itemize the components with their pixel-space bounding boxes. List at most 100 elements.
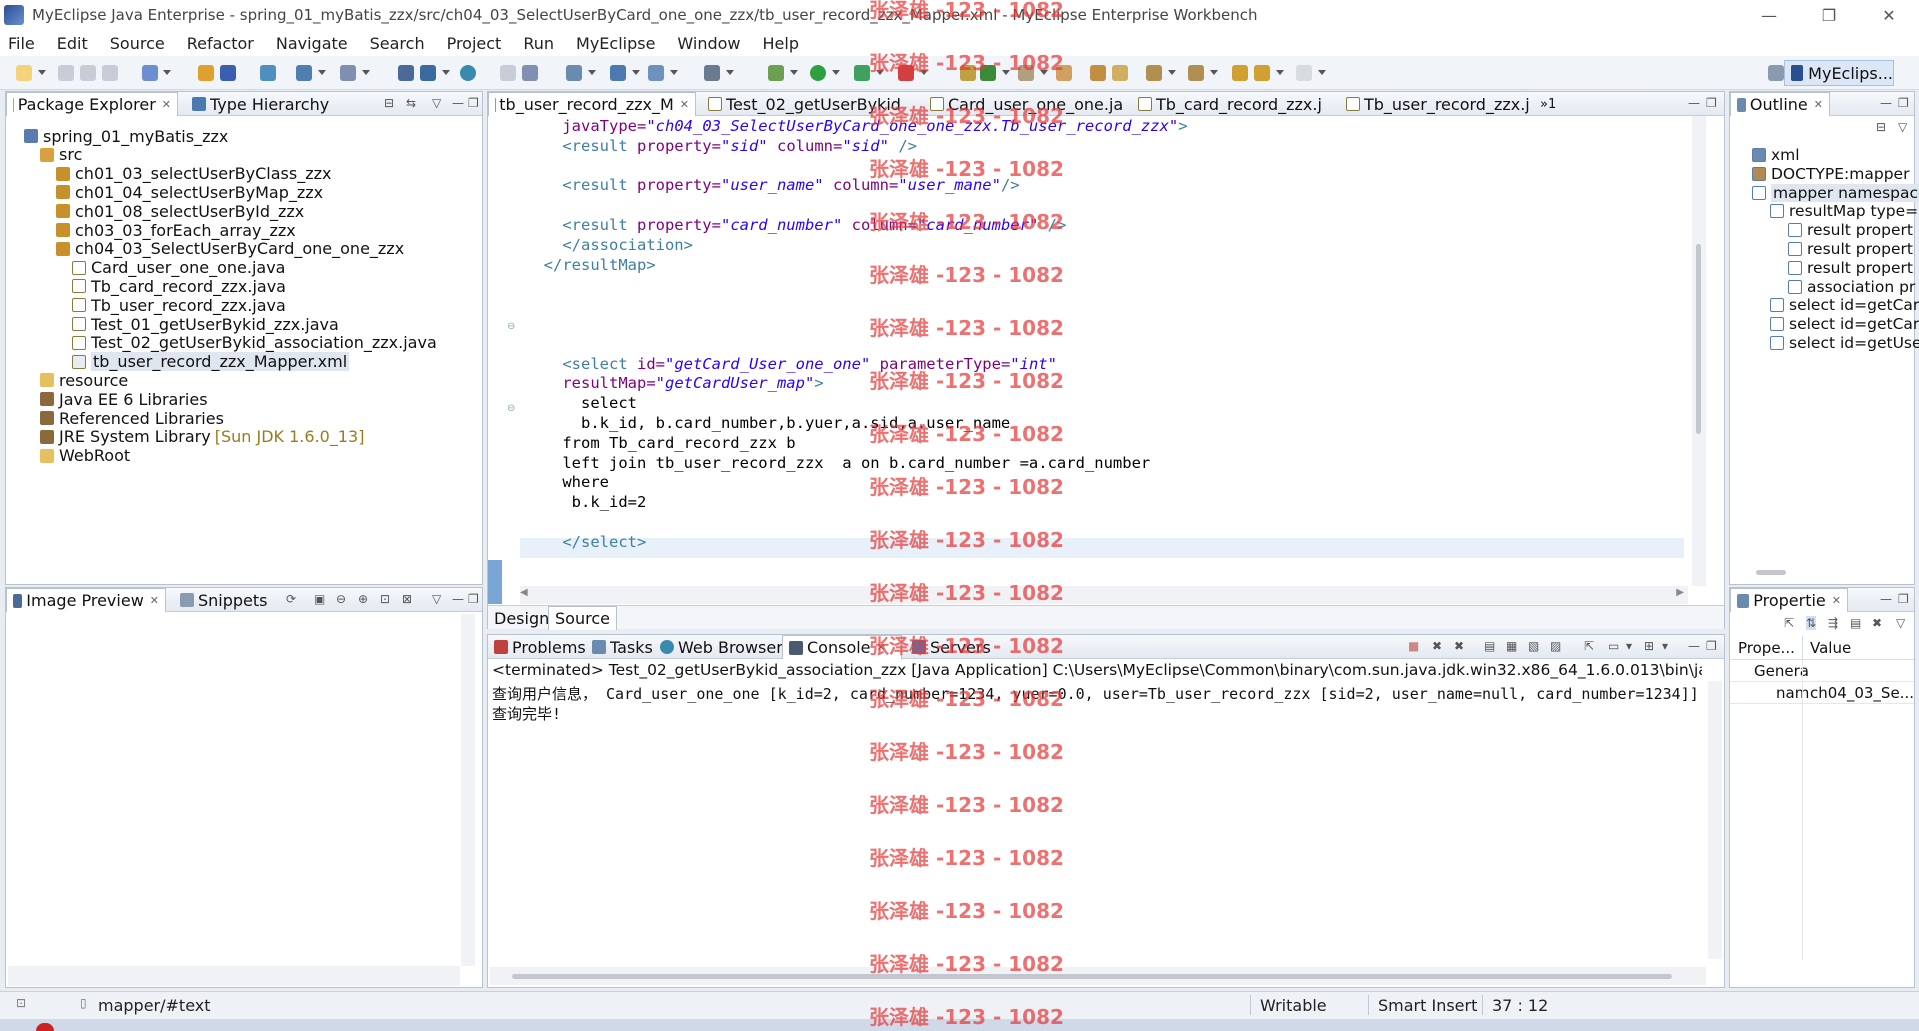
myeclipse-perspective-button[interactable]: MyEclips... xyxy=(1784,60,1894,86)
code-line[interactable]: </select> xyxy=(525,532,646,552)
code-line[interactable]: javaType="ch04_03_SelectUserByCard_one_o… xyxy=(525,116,1187,136)
hibernate-icon[interactable] xyxy=(648,65,664,81)
new-project-icon[interactable] xyxy=(142,65,158,81)
pencil-dropdown-icon[interactable] xyxy=(1040,70,1048,75)
code-line[interactable]: <result property="card_number" column="c… xyxy=(525,215,1066,235)
code-line[interactable]: <result property="user_name" column="use… xyxy=(525,175,1019,195)
tab-web-browser[interactable]: Web Browser xyxy=(654,635,789,659)
code-line[interactable]: <result property="sid" column="sid" /> xyxy=(525,136,917,156)
back-edit-icon[interactable] xyxy=(500,65,516,81)
web-dropdown-icon[interactable] xyxy=(632,70,640,75)
server-icon[interactable] xyxy=(296,65,312,81)
maximize-button[interactable]: ❐ xyxy=(1799,0,1859,30)
menu-file[interactable]: File xyxy=(8,34,35,53)
menu-refactor[interactable]: Refactor xyxy=(187,34,254,53)
scroll-thumb[interactable] xyxy=(1696,244,1701,434)
refresh-icon[interactable] xyxy=(980,65,996,81)
menu-window[interactable]: Window xyxy=(677,34,740,53)
debug-dropdown-icon[interactable] xyxy=(790,70,798,75)
view-menu-icon[interactable]: ▽ xyxy=(1896,616,1905,630)
remove-launch-icon[interactable]: ✖ xyxy=(1432,639,1442,653)
show-categories-icon[interactable]: ⇅ xyxy=(1806,616,1817,630)
tree-item[interactable]: WebRoot xyxy=(40,445,130,467)
preview-horizontal-scrollbar[interactable] xyxy=(8,966,460,986)
minimize-view-icon[interactable]: — xyxy=(1880,96,1892,110)
menu-run[interactable]: Run xyxy=(523,34,554,53)
scroll-thumb[interactable] xyxy=(512,974,1672,979)
pencil-icon[interactable] xyxy=(1018,65,1034,81)
deploy-icon[interactable] xyxy=(220,65,236,81)
minimize-view-icon[interactable]: — xyxy=(452,96,464,110)
tab-type-hierarchy[interactable]: Type Hierarchy xyxy=(186,92,335,116)
maximize-view-icon[interactable]: ❐ xyxy=(1706,96,1717,110)
tab-problems[interactable]: Problems xyxy=(488,635,592,659)
pin-console-icon[interactable]: ⇱ xyxy=(1584,639,1594,653)
debug-icon[interactable] xyxy=(768,65,784,81)
code-line[interactable]: where xyxy=(525,472,609,492)
code-line[interactable]: </resultMap> xyxy=(525,255,656,275)
next-annotation-dropdown-icon[interactable] xyxy=(1168,70,1176,75)
package-icon[interactable] xyxy=(198,65,214,81)
code-editor[interactable]: javaType="ch04_03_SelectUserByCard_one_o… xyxy=(525,116,1694,586)
database-icon[interactable] xyxy=(260,65,276,81)
tool-dropdown-icon[interactable] xyxy=(362,70,370,75)
forward-icon[interactable] xyxy=(1296,65,1312,81)
more-tabs-button[interactable]: »1 xyxy=(1534,92,1562,116)
terminate-icon[interactable]: ■ xyxy=(1408,639,1419,653)
properties-category-row[interactable]: Genera xyxy=(1730,660,1914,682)
close-icon[interactable]: ✕ xyxy=(150,594,159,607)
tab-console[interactable]: Console ✕ xyxy=(782,635,902,659)
collapse-all-icon[interactable]: ⊟ xyxy=(1876,120,1886,134)
outline-scroll-thumb[interactable] xyxy=(1756,570,1786,575)
tool-icon[interactable] xyxy=(340,65,356,81)
code-line[interactable]: left join tb_user_record_zzx a on b.card… xyxy=(525,453,1150,473)
properties-row[interactable]: nam ch04_03_Se... xyxy=(1730,682,1914,704)
display-console-icon[interactable]: ▭ xyxy=(1608,639,1619,653)
tab-mapper-xml[interactable]: tb_user_record_zzx_M ✕ xyxy=(488,92,696,116)
fit-window-icon[interactable]: ⊠ xyxy=(402,592,412,606)
outline-item[interactable]: select id=getUse xyxy=(1770,332,1919,354)
open-resource-dropdown-icon[interactable] xyxy=(442,70,450,75)
coverage-icon[interactable] xyxy=(898,65,914,81)
search-icon[interactable] xyxy=(960,65,976,81)
tab-outline[interactable]: Outline ✕ xyxy=(1730,92,1830,116)
fold-icon[interactable]: ⊖ xyxy=(507,321,515,332)
menu-edit[interactable]: Edit xyxy=(57,34,88,53)
close-icon[interactable]: ✕ xyxy=(1814,98,1823,111)
last-edit-icon[interactable] xyxy=(1232,65,1248,81)
tab-package-explorer[interactable]: Package Explorer ✕ xyxy=(6,92,178,116)
open-resource-icon[interactable] xyxy=(420,65,436,81)
run-external-dropdown-icon[interactable] xyxy=(876,70,884,75)
editor-horizontal-scrollbar[interactable]: ◀ ▶ xyxy=(520,586,1688,604)
console-vertical-scrollbar[interactable] xyxy=(1708,681,1722,959)
refresh-preview-icon[interactable]: ⟳ xyxy=(286,592,296,606)
menu-search[interactable]: Search xyxy=(370,34,425,53)
fit-image-icon[interactable]: ▣ xyxy=(314,592,325,606)
code-line[interactable]: resultMap="getCardUser_map"> xyxy=(525,373,823,393)
browser-icon[interactable] xyxy=(460,65,476,81)
code-line[interactable]: <select id="getCard_User_one_one" parame… xyxy=(525,354,1057,374)
preview-vertical-scrollbar[interactable] xyxy=(461,614,475,966)
code-line[interactable]: b.k_id=2 xyxy=(525,492,647,512)
tab-test02[interactable]: Test_02_getUserBykid xyxy=(702,92,907,116)
maximize-view-icon[interactable]: ❐ xyxy=(468,592,479,606)
open-type-icon[interactable] xyxy=(398,65,414,81)
menu-project[interactable]: Project xyxy=(447,34,502,53)
scroll-right-icon[interactable]: ▶ xyxy=(1676,587,1684,598)
refresh-dropdown-icon[interactable] xyxy=(1002,70,1010,75)
open-folder-icon[interactable] xyxy=(1056,65,1072,81)
coverage-dropdown-icon[interactable] xyxy=(920,70,928,75)
tab-source[interactable]: Source xyxy=(548,606,617,630)
server-dropdown-icon[interactable] xyxy=(318,70,326,75)
run-dropdown-icon[interactable] xyxy=(832,70,840,75)
close-icon[interactable]: ✕ xyxy=(162,98,171,111)
collapse-all-icon[interactable]: ⊟ xyxy=(384,96,394,110)
annotation-icon[interactable] xyxy=(1112,65,1128,81)
forward-dropdown-icon[interactable] xyxy=(1318,70,1326,75)
open-console-dropdown-icon[interactable]: ▾ xyxy=(1662,639,1668,653)
editor-vertical-scrollbar[interactable] xyxy=(1692,116,1706,586)
actual-size-icon[interactable]: ⊡ xyxy=(380,592,390,606)
new-class-icon[interactable] xyxy=(566,65,582,81)
minimize-view-icon[interactable]: — xyxy=(1688,96,1700,110)
fold-icon[interactable]: ⊖ xyxy=(507,403,515,414)
